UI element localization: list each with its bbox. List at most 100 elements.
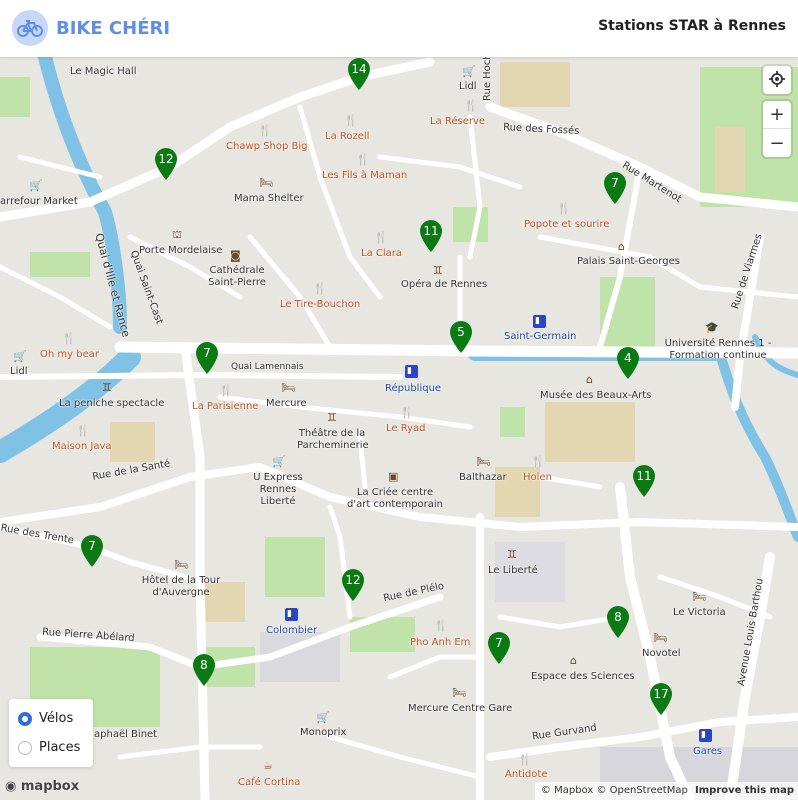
shop-icon: 🛒 <box>316 711 330 724</box>
map-label: Oh my bear <box>40 349 99 360</box>
map-label: Le Victoria <box>673 607 726 618</box>
bike-station-marker[interactable]: 12 <box>340 568 366 602</box>
bike-station-marker[interactable]: 11 <box>418 219 444 253</box>
radio-label: Places <box>39 740 81 755</box>
museum-icon: ⌂ <box>586 373 593 386</box>
map-label: Le Ryad <box>386 423 426 434</box>
shop-icon: 🛒 <box>29 179 43 192</box>
road-label: Quai Lamennais <box>231 362 304 372</box>
map-label: Université Rennes 1 - Formation continue <box>664 338 772 361</box>
bike-station-marker[interactable]: 8 <box>191 653 217 687</box>
bike-station-marker[interactable]: 11 <box>631 464 657 498</box>
map-label: U Express Rennes Liberté <box>253 472 303 507</box>
bike-station-marker[interactable]: 7 <box>486 631 512 665</box>
hotel-icon: 🛏 <box>174 558 188 571</box>
geolocate-control <box>763 66 791 94</box>
restaurant-icon: 🍴 <box>464 99 478 112</box>
brand[interactable]: BIKE CHÉRI <box>12 10 170 46</box>
map-label: Cathédrale Saint-Pierre <box>208 265 266 288</box>
museum-icon: ⌂ <box>570 654 577 667</box>
mapbox-icon: ◉ <box>5 779 17 794</box>
shop-icon: 🛒 <box>462 65 476 78</box>
restaurant-icon: 🍴 <box>518 753 532 766</box>
map-label: Balthazar <box>459 472 507 483</box>
map-label: Maison Java <box>52 441 112 452</box>
restaurant-icon: 🍴 <box>374 231 388 244</box>
map-label: Mercure <box>266 398 307 409</box>
brand-name: BIKE CHÉRI <box>56 17 171 39</box>
shop-icon: 🛒 <box>13 350 27 363</box>
radio-button[interactable] <box>18 740 32 755</box>
metro-icon: ▮ <box>535 316 540 326</box>
bike-station-marker[interactable]: 5 <box>448 320 474 354</box>
bike-station-marker[interactable]: 8 <box>605 605 631 639</box>
metro-label: Saint-Germain <box>504 331 577 342</box>
map-label: Le Liberté <box>488 565 538 576</box>
restaurant-icon: 🍴 <box>557 202 571 215</box>
restaurant-icon: 🍴 <box>344 114 358 127</box>
monument-icon: ⛫ <box>172 228 183 241</box>
map-label: Espace des Sciences <box>531 671 635 682</box>
map-label: La Parisienne <box>192 401 259 412</box>
zoom-control: + − <box>763 101 791 157</box>
map-label: Holen <box>523 472 552 483</box>
metro-icon: ▮ <box>701 730 706 740</box>
hotel-icon: 🛏 <box>281 381 295 394</box>
restaurant-icon: 🍴 <box>531 455 545 468</box>
bike-station-marker[interactable]: 14 <box>346 57 372 91</box>
bike-station-marker[interactable]: 7 <box>79 534 105 568</box>
bike-station-marker[interactable]: 4 <box>615 346 641 380</box>
university-icon: 🎓 <box>705 321 719 334</box>
radio-velos[interactable]: Vélos <box>18 711 73 726</box>
theatre-icon: ♊ <box>433 264 443 277</box>
map-label: Popote et sourire <box>524 219 610 230</box>
radio-button-selected[interactable] <box>18 711 32 726</box>
map-label: Le Magic Hall <box>70 66 137 77</box>
hotel-icon: 🛏 <box>653 631 667 644</box>
restaurant-icon: 🍴 <box>434 619 448 632</box>
page-title: Stations STAR à Rennes <box>598 18 786 34</box>
metro-label: République <box>385 383 442 394</box>
improve-map-link[interactable]: Improve this map <box>695 785 794 796</box>
metro-icon: ▮ <box>287 609 292 619</box>
metro-label: Gares <box>693 746 723 757</box>
restaurant-icon: 🍴 <box>258 124 272 137</box>
bike-station-marker[interactable]: 12 <box>153 147 179 181</box>
cafe-icon: ☕ <box>263 759 273 772</box>
map-label: Antidote <box>505 769 548 780</box>
restaurant-icon: 🍴 <box>62 332 76 345</box>
shop-icon: 🛒 <box>272 455 286 468</box>
restaurant-icon: 🍴 <box>76 424 90 437</box>
attribution-text[interactable]: © Mapbox © OpenStreetMap <box>541 785 688 796</box>
bike-station-marker[interactable]: 7 <box>602 171 628 205</box>
theatre-icon: ♊ <box>507 548 517 561</box>
bike-station-marker[interactable]: 17 <box>648 682 674 716</box>
bike-station-marker[interactable]: 7 <box>194 341 220 375</box>
map-label: Monoprix <box>300 727 347 738</box>
zoom-in-button[interactable]: + <box>763 101 791 129</box>
map-attribution: © Mapbox © OpenStreetMap Improve this ma… <box>534 782 798 800</box>
map-label: Opéra de Rennes <box>401 279 488 290</box>
map-label: Café Cortina <box>238 777 301 788</box>
map-label: Pho Anh Em <box>410 637 471 648</box>
road-label: Rue Hoche <box>482 57 493 101</box>
mapbox-logo[interactable]: ◉ mapbox <box>5 779 79 794</box>
map-label: Lidl <box>459 81 477 92</box>
map-label: arrefour Market <box>0 196 78 207</box>
radio-label: Vélos <box>39 711 74 726</box>
map-label: La Criée centre d'art contemporain <box>346 487 444 510</box>
map-canvas[interactable]: Le Magic Hall 🛒 Lidl Rue Hoche Rue des F… <box>0 57 798 800</box>
restaurant-icon: 🍴 <box>313 282 327 295</box>
zoom-out-button[interactable]: − <box>763 129 791 157</box>
museum-icon: ⌂ <box>618 240 625 253</box>
map-label: Palais Saint-Georges <box>577 256 680 267</box>
radio-places[interactable]: Places <box>18 740 80 755</box>
bicycle-icon <box>12 10 48 46</box>
hotel-icon: 🛏 <box>692 590 706 603</box>
map-label: Musée des Beaux-Arts <box>540 390 652 401</box>
locate-icon[interactable] <box>763 66 791 94</box>
map-label: La Réserve <box>430 116 486 127</box>
map-label: La Clara <box>361 248 403 259</box>
map-label: Le Tire-Bouchon <box>280 299 361 310</box>
metro-label: Colombier <box>266 625 318 636</box>
